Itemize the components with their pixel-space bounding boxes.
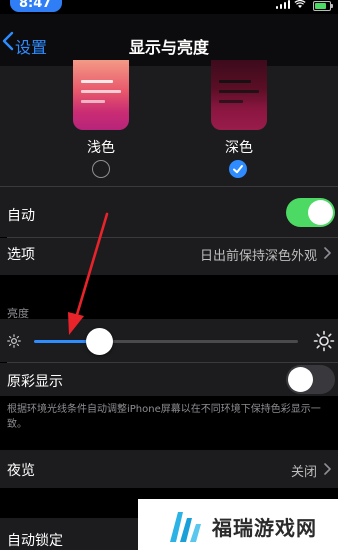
watermark-text: 福瑞游戏网 [212,516,317,540]
watermark-logo-icon [170,512,201,542]
annotation-arrow-icon [68,212,109,335]
